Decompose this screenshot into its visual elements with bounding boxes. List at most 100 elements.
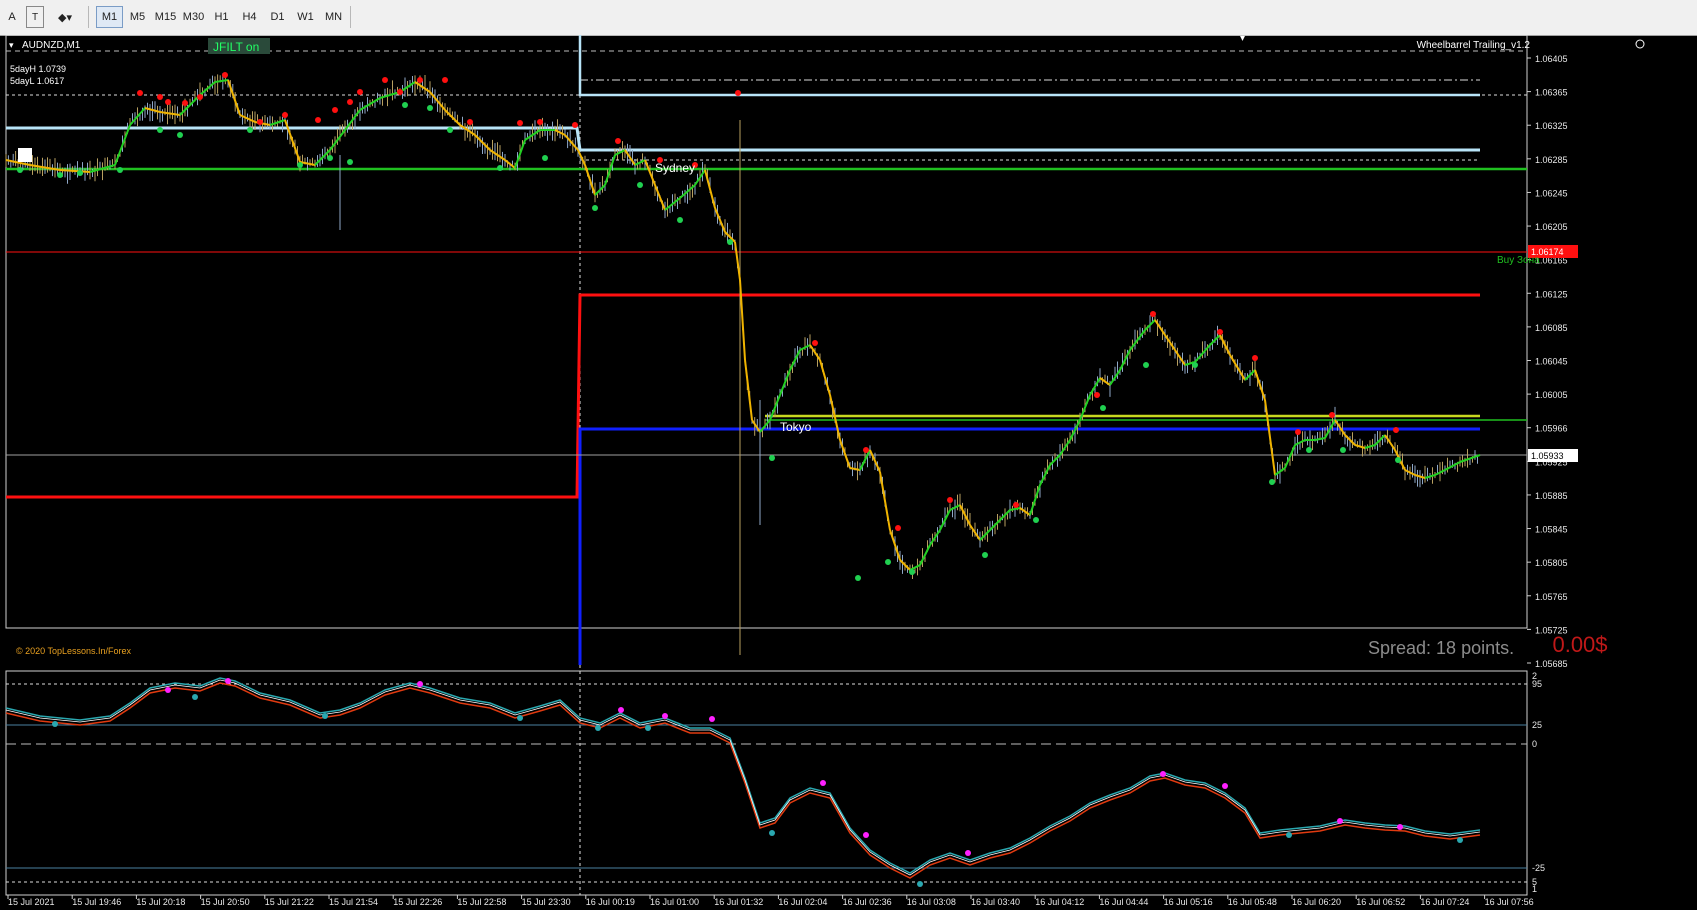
- oscillator-peak-dot: [1160, 771, 1166, 777]
- text-tool-button[interactable]: A: [3, 6, 21, 28]
- time-tick-label: 16 Jul 02:36: [843, 897, 892, 907]
- trend-line-segment: [227, 79, 241, 116]
- buy-signal-dot: [447, 127, 453, 133]
- oscillator-trough-dot: [192, 694, 198, 700]
- timeframe-m15-button[interactable]: M15: [152, 6, 179, 28]
- buy-signal-dot: [17, 167, 23, 173]
- trend-line-segment: [644, 159, 656, 186]
- time-tick-label: 16 Jul 00:19: [586, 897, 635, 907]
- buy-signal-dot: [982, 552, 988, 558]
- timeframe-m30-button[interactable]: M30: [180, 6, 207, 28]
- buy-signal-dot: [542, 155, 548, 161]
- timeframe-h4-button[interactable]: H4: [236, 6, 263, 28]
- timeframe-mn-button[interactable]: MN: [320, 6, 347, 28]
- sell-signal-dot: [572, 122, 578, 128]
- time-tick-label: 16 Jul 04:12: [1035, 897, 1084, 907]
- buy-signal-dot: [727, 239, 733, 245]
- price-tick-label: 1.06085: [1535, 323, 1568, 333]
- sell-signal-dot: [615, 138, 621, 144]
- shapes-tool-button[interactable]: ◆▾: [52, 6, 78, 28]
- timeframe-h1-button[interactable]: H1: [208, 6, 235, 28]
- buy-zone-label: Buy Зона: [1497, 255, 1540, 266]
- oscillator-tick-label: 0: [1532, 739, 1537, 749]
- spread-label: Spread: 18 points.: [1368, 638, 1514, 658]
- copyright-label: © 2020 TopLessons.In/Forex: [16, 646, 132, 656]
- price-tick-label: 1.06125: [1535, 289, 1568, 299]
- buy-signal-dot: [77, 170, 83, 176]
- time-tick-label: 16 Jul 05:48: [1228, 897, 1277, 907]
- sell-signal-dot: [1329, 412, 1335, 418]
- sell-signal-dot: [397, 89, 403, 95]
- sell-signal-dot: [417, 77, 423, 83]
- sell-signal-dot: [895, 525, 901, 531]
- oscillator-trough-dot: [517, 715, 523, 721]
- price-tick-label: 1.05765: [1535, 592, 1568, 602]
- main-panel-frame: [5, 35, 1528, 629]
- trend-line-segment: [714, 207, 726, 233]
- timeframe-w1-button[interactable]: W1: [292, 6, 319, 28]
- oscillator-trough-dot: [595, 725, 601, 731]
- trend-line-segment: [1009, 507, 1021, 511]
- price-chart[interactable]: 1.06405 1.06365 1.06325 1.06285 1.06245 1.062…: [0, 35, 1697, 910]
- light-level-line: [6, 126, 1480, 152]
- buy-signal-dot: [855, 575, 861, 581]
- toolbar-separator: [88, 6, 89, 28]
- trend-line-segment: [809, 344, 821, 361]
- tokyo-session-label: Tokyo: [780, 420, 812, 434]
- time-tick-label: 16 Jul 02:04: [778, 897, 827, 907]
- time-tick-label: 16 Jul 06:52: [1356, 897, 1405, 907]
- oscillator-peak-dot: [709, 716, 715, 722]
- white-marker: [18, 148, 32, 162]
- trend-line-segment: [1264, 399, 1276, 476]
- timeframe-d1-button[interactable]: D1: [264, 6, 291, 28]
- oscillator-tick-label: 1: [1532, 884, 1537, 894]
- time-tick-label: 15 Jul 2021: [8, 897, 55, 907]
- time-tick-label: 15 Jul 21:54: [329, 897, 378, 907]
- buy-signal-dot: [637, 182, 643, 188]
- sell-signal-dot: [1393, 427, 1399, 433]
- price-tick-label: 1.06365: [1535, 88, 1568, 98]
- timeframe-m1-button[interactable]: M1: [96, 6, 123, 28]
- oscillator-trough-dot: [1286, 832, 1292, 838]
- shift-marker-icon: ▾: [1240, 35, 1245, 44]
- trend-line-segment: [829, 394, 841, 441]
- trend-line-segment: [1229, 354, 1246, 381]
- text-label-tool-button[interactable]: T: [26, 6, 44, 28]
- toolbar-separator: [350, 6, 351, 28]
- trend-line-segment: [1254, 369, 1266, 401]
- sell-signal-dot: [222, 72, 228, 78]
- oscillator-tick-label: 95: [1532, 679, 1542, 689]
- sell-signal-dot: [157, 94, 163, 100]
- price-tick-label: 1.05845: [1535, 525, 1568, 535]
- symbol-menu-icon: ▾: [9, 40, 14, 50]
- sell-signal-dot: [1094, 392, 1100, 398]
- time-tick-label: 15 Jul 22:26: [393, 897, 442, 907]
- timeframe-m5-button[interactable]: M5: [124, 6, 151, 28]
- time-tick-label: 15 Jul 19:46: [72, 897, 121, 907]
- sell-signal-dot: [1252, 355, 1258, 361]
- oscillator-tick-label: -25: [1532, 863, 1545, 873]
- trend-line-segment: [839, 439, 851, 469]
- price-tick-label: 1.06045: [1535, 357, 1568, 367]
- buy-signal-dot: [177, 132, 183, 138]
- oscillator-peak-dot: [863, 832, 869, 838]
- sell-signal-dot: [537, 119, 543, 125]
- buy-signal-dot: [297, 162, 303, 168]
- oscillator-signal-line: [5, 682, 1481, 879]
- five-day-high-label: 5dayH 1.0739: [10, 64, 66, 74]
- trend-line-segment: [819, 359, 831, 396]
- sub-panel-frame: [5, 670, 1528, 896]
- time-tick-label: 16 Jul 06:20: [1292, 897, 1341, 907]
- buy-signal-dot: [427, 105, 433, 111]
- time-tick-label: 16 Jul 03:08: [907, 897, 956, 907]
- oscillator-trough-dot: [917, 881, 923, 887]
- sell-signal-dot: [347, 99, 353, 105]
- indicator-name-label: Wheelbarrel Trailing_v1.2: [1417, 40, 1531, 51]
- price-tick-label: 1.06245: [1535, 188, 1568, 198]
- trend-line-segment: [739, 279, 746, 361]
- sell-signal-dot: [182, 100, 188, 106]
- buy-signal-dot: [1340, 447, 1346, 453]
- price-tick-label: 1.06205: [1535, 222, 1568, 232]
- oscillator-peak-dot: [618, 707, 624, 713]
- time-tick-label: 16 Jul 04:44: [1099, 897, 1148, 907]
